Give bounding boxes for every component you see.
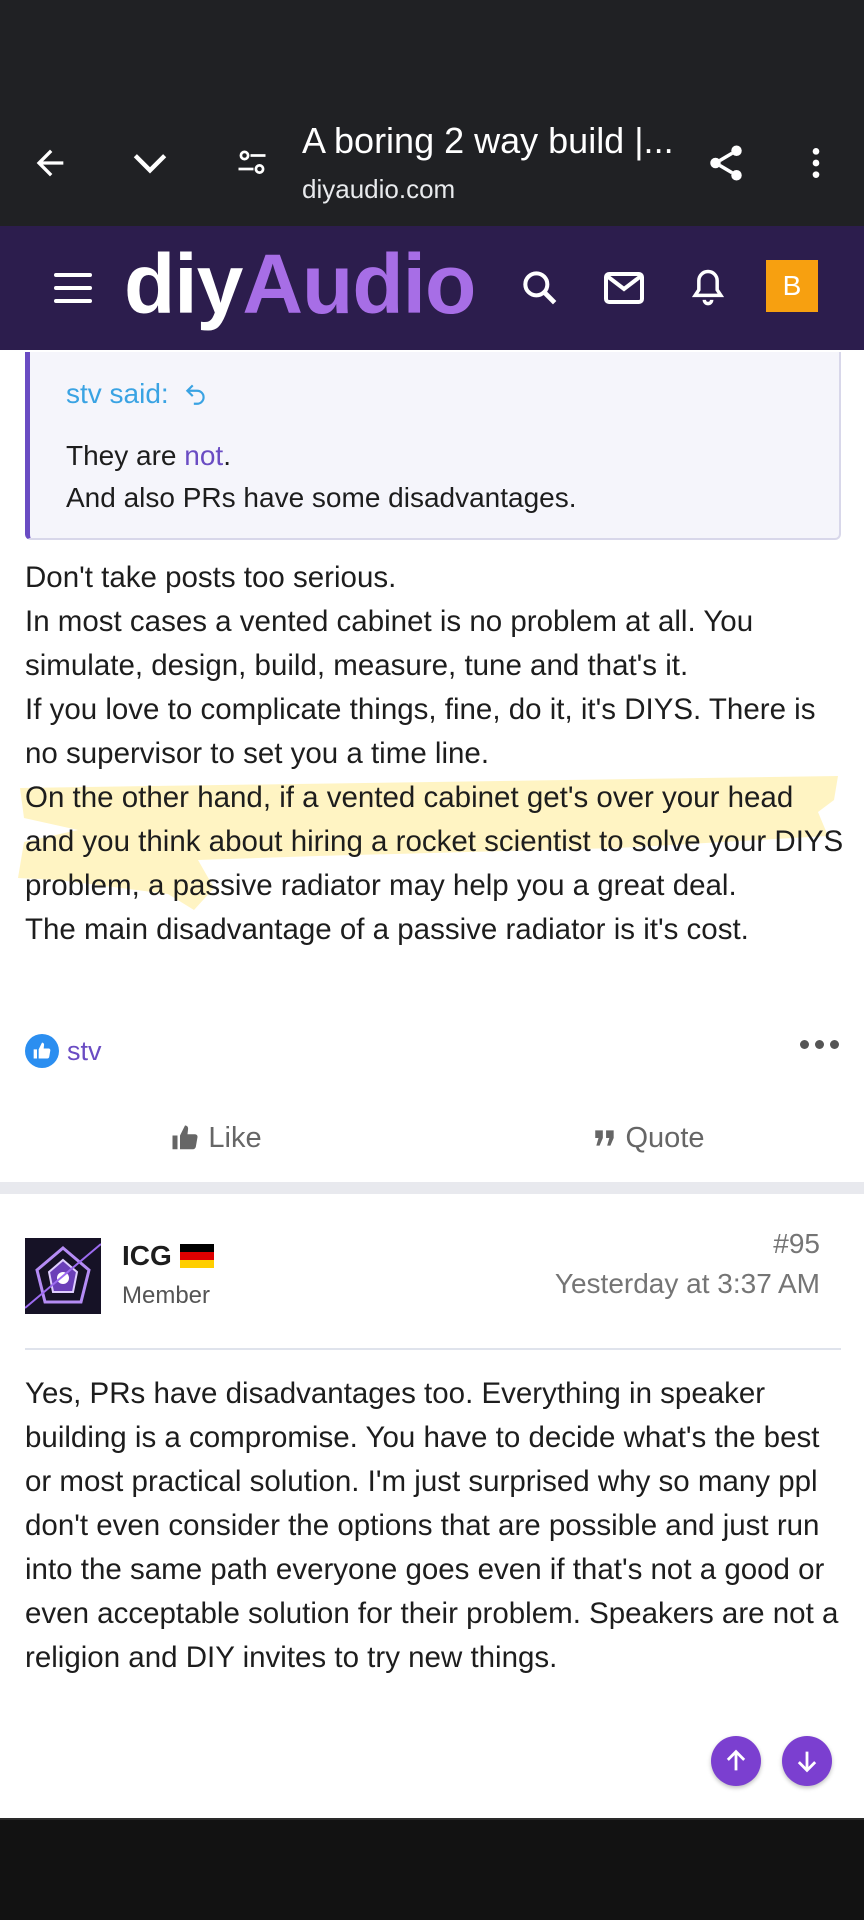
thumbs-up-icon bbox=[172, 1125, 198, 1150]
share-icon[interactable] bbox=[694, 100, 758, 226]
jump-to-quote-icon bbox=[185, 384, 205, 405]
scroll-bottom-button[interactable] bbox=[782, 1736, 832, 1786]
post-actions: Like Quote bbox=[0, 1102, 864, 1174]
post-username[interactable]: ICG bbox=[122, 1240, 214, 1272]
reaction-user-link[interactable]: stv bbox=[67, 1036, 102, 1067]
like-button[interactable]: Like bbox=[0, 1102, 432, 1174]
user-avatar[interactable]: B bbox=[766, 260, 818, 312]
search-icon[interactable] bbox=[512, 260, 568, 316]
arrow-down-icon bbox=[797, 1751, 817, 1773]
post-body: Don't take posts too serious. In most ca… bbox=[25, 556, 845, 952]
site-logo[interactable]: diyAudio bbox=[124, 234, 476, 334]
post-paragraph: If you love to complicate things, fine, … bbox=[25, 693, 816, 770]
germany-flag-icon bbox=[179, 1244, 214, 1268]
chevron-down-icon[interactable] bbox=[120, 100, 180, 226]
back-arrow-icon[interactable] bbox=[20, 100, 80, 226]
reaction-bar[interactable]: stv bbox=[25, 1034, 102, 1068]
avatar[interactable] bbox=[25, 1238, 101, 1314]
bell-icon[interactable] bbox=[680, 260, 736, 316]
quote-button[interactable]: Quote bbox=[432, 1102, 864, 1174]
more-vert-icon[interactable] bbox=[786, 100, 846, 226]
post-timestamp[interactable]: Yesterday at 3:37 AM bbox=[555, 1268, 820, 1300]
quote-text: They are not. bbox=[66, 440, 231, 471]
post-divider bbox=[0, 1182, 864, 1194]
mail-icon[interactable] bbox=[596, 260, 652, 316]
status-bar bbox=[0, 0, 864, 100]
quote-block: stv said: They are not. And also PRs hav… bbox=[25, 352, 841, 540]
more-options-icon[interactable] bbox=[800, 1040, 839, 1049]
post-header-divider bbox=[25, 1348, 841, 1350]
like-reaction-icon bbox=[25, 1034, 59, 1068]
quote-icon bbox=[594, 1130, 614, 1146]
quote-text: And also PRs have some disadvantages. bbox=[66, 482, 577, 513]
quote-link[interactable]: not bbox=[184, 440, 223, 471]
arrow-up-icon bbox=[726, 1749, 746, 1771]
post-paragraph: The main disadvantage of a passive radia… bbox=[25, 913, 749, 946]
quote-author-link[interactable]: stv said: bbox=[66, 378, 209, 410]
system-navigation-bar bbox=[0, 1818, 864, 1920]
hamburger-icon[interactable] bbox=[50, 268, 96, 308]
post-paragraph: In most cases a vented cabinet is no pro… bbox=[25, 605, 754, 682]
user-role: Member bbox=[122, 1282, 211, 1309]
page-url[interactable]: diyaudio.com bbox=[302, 174, 455, 205]
site-header: diyAudio bbox=[0, 226, 864, 350]
scroll-top-button[interactable] bbox=[711, 1736, 761, 1786]
page-title[interactable]: A boring 2 way build |... bbox=[302, 120, 682, 162]
tune-icon[interactable] bbox=[222, 100, 282, 226]
post-number-link[interactable]: #95 bbox=[773, 1228, 820, 1260]
post-body: Yes, PRs have disadvantages too. Everyth… bbox=[25, 1377, 839, 1674]
browser-toolbar: A boring 2 way build |... diyaudio.com bbox=[0, 100, 864, 226]
post-paragraph: On the other hand, if a vented cabinet g… bbox=[25, 781, 844, 902]
post-paragraph: Don't take posts too serious. bbox=[25, 561, 397, 594]
